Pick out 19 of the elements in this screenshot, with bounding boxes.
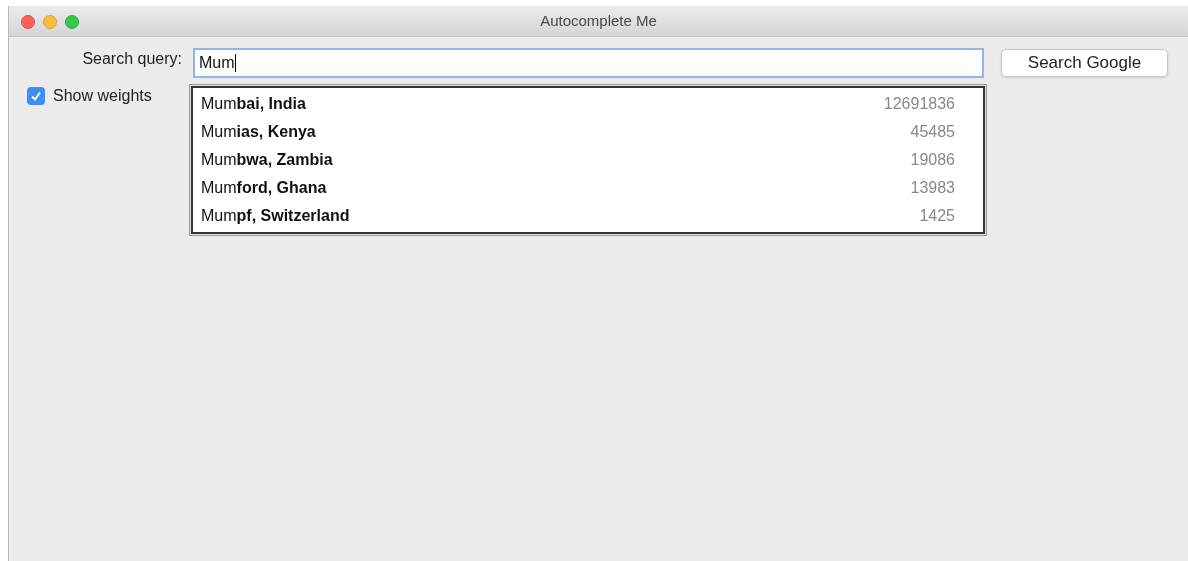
suggestion-item[interactable]: Mumford, Ghana 13983 bbox=[193, 174, 983, 202]
suggestion-weight: 1425 bbox=[919, 206, 955, 226]
suggestion-weight: 12691836 bbox=[883, 94, 955, 114]
show-weights-checkbox[interactable]: Show weights bbox=[27, 84, 152, 108]
suggestion-item[interactable]: Mumias, Kenya 45485 bbox=[193, 118, 983, 146]
check-icon bbox=[30, 90, 42, 102]
window-title: Autocomplete Me bbox=[540, 10, 657, 31]
close-button[interactable] bbox=[21, 15, 35, 29]
suggestion-item[interactable]: Mumbwa, Zambia 19086 bbox=[193, 146, 983, 174]
suggestion-weight: 45485 bbox=[910, 122, 955, 142]
search-google-button[interactable]: Search Google bbox=[1001, 49, 1168, 77]
suggestion-weight: 13983 bbox=[910, 178, 955, 198]
search-label: Search query: bbox=[82, 49, 183, 69]
minimize-button[interactable] bbox=[43, 15, 57, 29]
suggestion-weight: 19086 bbox=[910, 150, 955, 170]
search-field[interactable]: Mum bbox=[193, 48, 984, 78]
suggestion-item[interactable]: Mumbai, India 12691836 bbox=[193, 90, 983, 118]
zoom-button[interactable] bbox=[65, 15, 79, 29]
suggestion-item[interactable]: Mumpf, Switzerland 1425 bbox=[193, 202, 983, 230]
